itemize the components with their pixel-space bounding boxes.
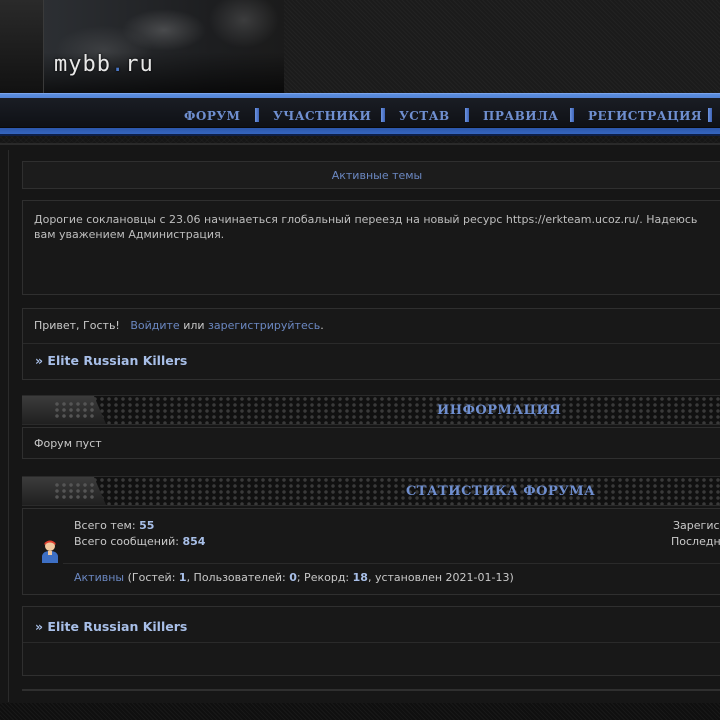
greeting-text: Привет, Гость! <box>34 319 120 332</box>
stats-online: Активны (Гостей: 1, Пользователей: 0; Ре… <box>74 571 514 584</box>
section-tab-decoration <box>22 477 106 505</box>
bottom-forum-divider <box>23 642 720 643</box>
nav-item-forum[interactable]: ФОРУМ <box>184 109 240 123</box>
stats-topics: Всего тем: 55 <box>74 519 154 532</box>
nav-separator-icon <box>381 108 385 122</box>
logo-dot: . <box>110 52 126 77</box>
header-banner-art <box>44 0 284 95</box>
topics-value: 55 <box>139 519 155 532</box>
posts-value: 854 <box>182 535 206 548</box>
header-left-panel <box>0 0 44 95</box>
nav-inner: ФОРУМ УЧАСТНИКИ УСТАВ ПРАВИЛА РЕГИСТРАЦИ… <box>0 98 720 128</box>
nav-separator-icon <box>465 108 469 122</box>
period-text: . <box>320 319 324 332</box>
login-link[interactable]: Войдите <box>130 319 179 332</box>
nav-item-members[interactable]: УЧАСТНИКИ <box>273 109 371 123</box>
stats-last-member: Последн <box>671 535 720 548</box>
info-section-title: ИНФОРМАЦИЯ <box>437 403 562 418</box>
stats-box: Всего тем: 55 Всего сообщений: 854 Зарег… <box>22 508 720 595</box>
active-topics-bar: Активные темы <box>22 161 720 189</box>
record-label: ; Рекорд: <box>296 571 350 584</box>
users-value: 0 <box>289 571 297 584</box>
topics-label: Всего тем: <box>74 519 136 532</box>
info-section-header: ИНФОРМАЦИЯ <box>22 395 720 425</box>
info-box: Форум пуст <box>22 427 720 459</box>
register-link[interactable]: зарегистрируйтесь <box>208 319 320 332</box>
or-text: или <box>183 319 205 332</box>
record-value: 18 <box>352 571 368 584</box>
stats-divider <box>63 563 720 564</box>
main-nav: ФОРУМ УЧАСТНИКИ УСТАВ ПРАВИЛА РЕГИСТРАЦИ… <box>0 93 720 136</box>
nav-item-rules[interactable]: ПРАВИЛА <box>483 109 559 123</box>
stats-posts: Всего сообщений: 854 <box>74 535 205 548</box>
posts-label: Всего сообщений: <box>74 535 179 548</box>
stats-section-title: СТАТИСТИКА ФОРУМА <box>406 484 596 499</box>
info-body-text: Форум пуст <box>34 437 102 450</box>
guests-label: (Гостей: <box>127 571 176 584</box>
section-tab-decoration <box>22 396 106 424</box>
announcement-text: Дорогие сокланoвцы с 23.06 начинаеться г… <box>34 213 698 241</box>
user-avatar-icon <box>42 540 58 563</box>
nav-separator-icon <box>570 108 574 122</box>
site-logo[interactable]: mybb.ru <box>54 52 154 77</box>
nav-item-register[interactable]: РЕГИСТРАЦИЯ <box>588 109 702 123</box>
record-date: , установлен 2021-01-13) <box>367 571 514 584</box>
stats-registered: Зарегис <box>673 519 720 532</box>
site-header: mybb.ru <box>0 0 720 95</box>
guests-value: 1 <box>178 571 187 584</box>
logo-main: mybb <box>54 52 111 77</box>
nav-item-charter[interactable]: УСТАВ <box>399 109 450 123</box>
active-topics-link[interactable]: Активные темы <box>332 169 423 182</box>
nav-separator-icon <box>708 108 712 122</box>
welcome-box: Привет, Гость! Войдите или зарегистрируй… <box>22 308 720 380</box>
announcement-box: Дорогие сокланoвцы с 23.06 начинаеться г… <box>22 200 720 295</box>
footer-strip <box>0 703 720 720</box>
stats-section-header: СТАТИСТИКА ФОРУМА <box>22 476 720 506</box>
users-label: , Пользователей: <box>186 571 286 584</box>
online-link[interactable]: Активны <box>74 571 124 584</box>
footer-line <box>22 689 720 691</box>
bottom-forum-box: » Elite Russian Killers <box>22 606 720 676</box>
forum-title-link[interactable]: » Elite Russian Killers <box>35 353 187 368</box>
logo-tld: ru <box>125 52 154 77</box>
bottom-forum-title-link[interactable]: » Elite Russian Killers <box>35 619 187 634</box>
nav-separator-icon <box>255 108 259 122</box>
welcome-divider <box>23 343 720 344</box>
welcome-line: Привет, Гость! Войдите или зарегистрируй… <box>34 319 324 332</box>
